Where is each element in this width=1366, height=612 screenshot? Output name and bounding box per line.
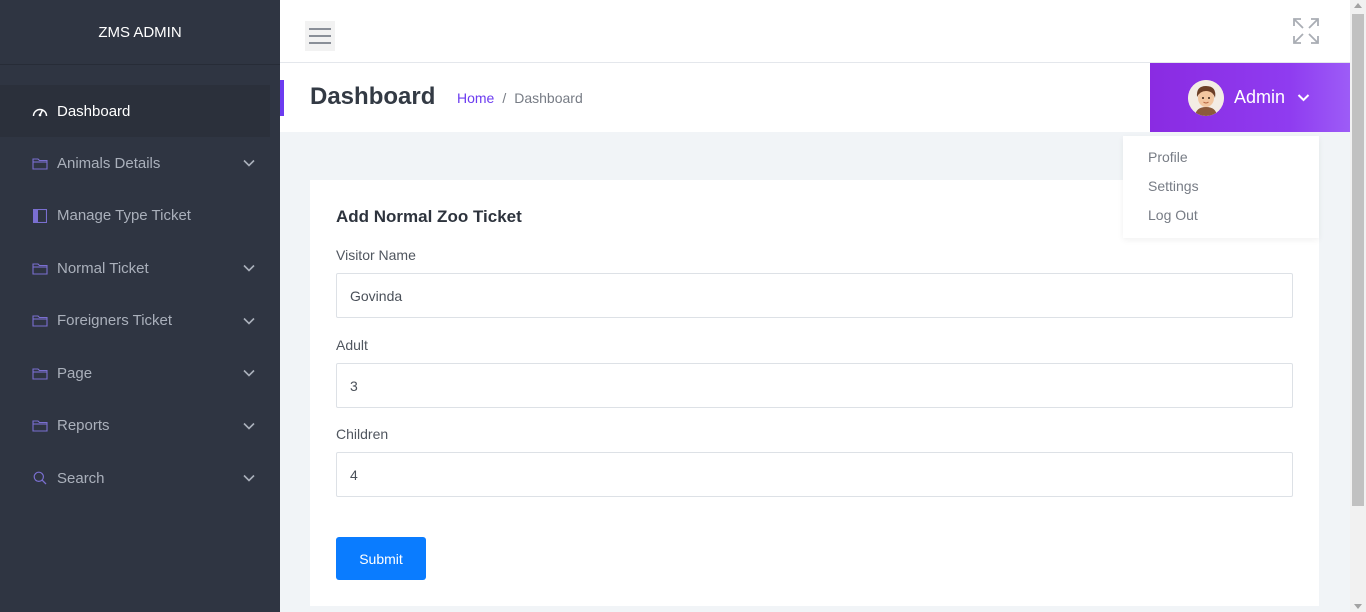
brand-title[interactable]: ZMS ADMIN [0,0,280,65]
chevron-down-icon [242,471,256,485]
sidebar-nav: Dashboard Animals Details Manage Type Ti… [0,65,280,505]
dashboard-gauge-icon [32,104,48,118]
sidebar-item-reports[interactable]: Reports [0,400,280,453]
sidebar-item-manage-type-ticket[interactable]: Manage Type Ticket [0,190,280,243]
folder-icon [32,261,48,275]
chevron-down-icon [242,261,256,275]
breadcrumb-separator: / [502,90,507,106]
sidebar-item-dashboard[interactable]: Dashboard [0,85,270,137]
sidebar-item-label: Foreigners Ticket [57,312,173,330]
search-icon [32,471,48,485]
folder-icon [32,419,48,433]
visitor-name-label: Visitor Name [336,247,416,263]
adult-label: Adult [336,337,368,353]
menu-toggle-button[interactable] [305,21,335,51]
user-name: Admin [1234,87,1286,107]
book-icon [32,208,48,223]
sidebar-item-label: Manage Type Ticket [57,207,191,225]
sidebar-item-label: Page [57,364,93,382]
sidebar-item-label: Animals Details [57,154,161,172]
breadcrumb-home-link[interactable]: Home [457,90,494,106]
hamburger-icon [309,42,331,44]
menu-item-profile[interactable]: Profile [1148,149,1294,178]
chevron-down-icon [1297,89,1310,107]
ticket-form-card: Add Normal Zoo Ticket Visitor Name Adult… [310,180,1319,606]
sidebar-item-label: Reports [57,417,110,435]
user-dropdown-menu: Profile Settings Log Out [1123,136,1319,238]
scrollbar-thumb[interactable] [1352,14,1364,506]
fullscreen-button[interactable] [1292,17,1320,45]
hamburger-icon [309,35,331,37]
chevron-down-icon [242,314,256,328]
sidebar-item-label: Search [57,469,105,487]
children-label: Children [336,426,389,442]
sidebar-item-foreigners-ticket[interactable]: Foreigners Ticket [0,295,280,348]
sidebar: ZMS ADMIN Dashboard Animals Details Mana… [0,0,280,612]
fullscreen-expand-icon [1293,18,1319,44]
page-scrollbar[interactable] [1350,0,1366,612]
sidebar-item-page[interactable]: Page [0,347,280,400]
sidebar-item-search[interactable]: Search [0,452,280,505]
folder-icon [32,366,48,380]
folder-icon [32,314,48,328]
form-title: Add Normal Zoo Ticket [336,207,522,226]
menu-item-logout[interactable]: Log Out [1148,207,1294,236]
avatar [1188,79,1224,116]
scroll-up-arrow-icon[interactable] [1354,3,1362,8]
visitor-name-input[interactable] [336,273,1293,318]
header-accent-bar [280,80,284,116]
hamburger-icon [309,28,331,30]
adult-input[interactable] [336,363,1293,408]
menu-item-settings[interactable]: Settings [1148,178,1294,207]
breadcrumb-current: Dashboard [514,90,583,106]
chevron-down-icon [242,156,256,170]
page-header: Dashboard Home / Dashboard Admin [280,63,1350,132]
page-title: Dashboard [310,83,436,110]
breadcrumb: Home / Dashboard [457,90,583,106]
children-input[interactable] [336,452,1293,497]
chevron-down-icon [242,366,256,380]
sidebar-item-normal-ticket[interactable]: Normal Ticket [0,242,280,295]
sidebar-item-label: Dashboard [57,102,131,120]
submit-button[interactable]: Submit [336,537,426,580]
topbar [280,0,1350,63]
chevron-down-icon [242,419,256,433]
sidebar-item-label: Normal Ticket [57,259,149,277]
sidebar-item-animals-details[interactable]: Animals Details [0,137,280,190]
folder-icon [32,156,48,170]
scroll-down-arrow-icon[interactable] [1354,604,1362,609]
user-menu-button[interactable]: Admin [1150,63,1350,132]
